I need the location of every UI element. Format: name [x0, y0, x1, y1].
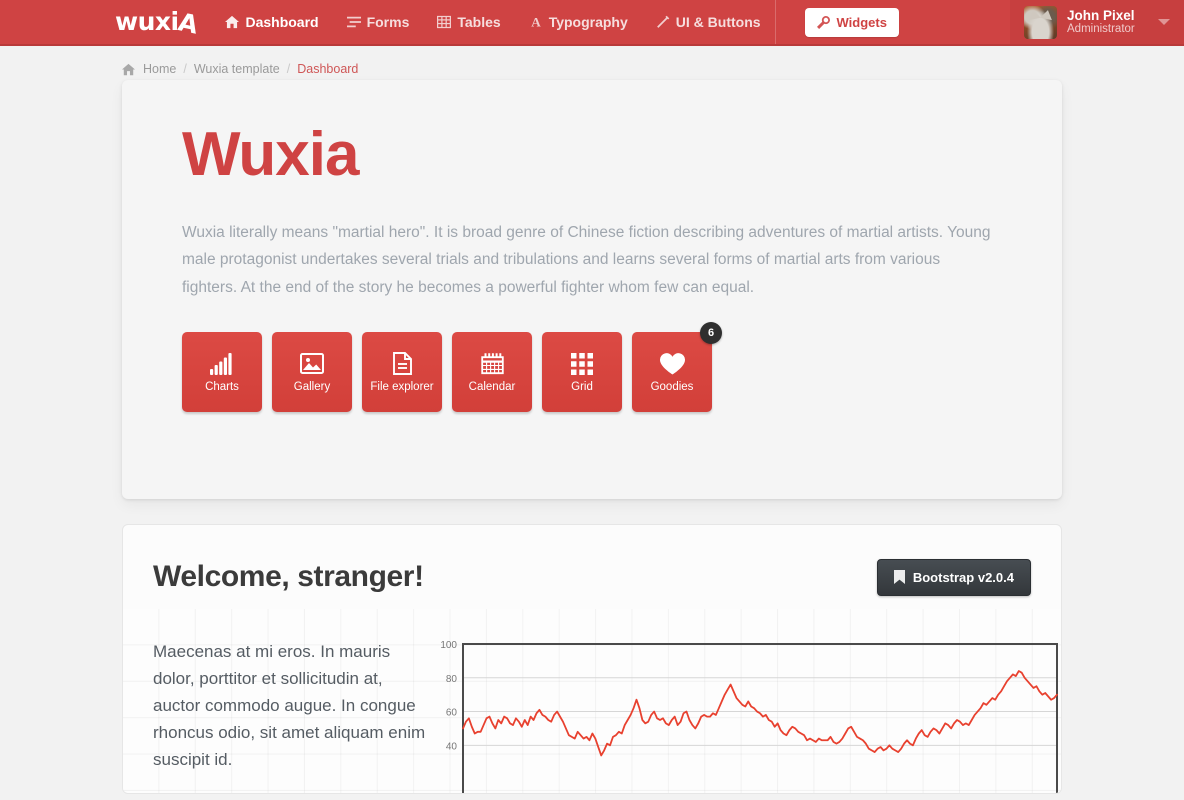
user-name: John Pixel: [1067, 7, 1135, 23]
chart-y-tick-label: 40: [446, 741, 458, 752]
widgets-button-wrapper: Widgets: [776, 0, 915, 44]
grid-icon: [571, 352, 593, 376]
page-content: Wuxia Wuxia literally means "martial her…: [0, 80, 1184, 794]
tile-calendar[interactable]: Calendar: [452, 332, 532, 413]
image-icon: [300, 352, 324, 376]
shortcut-tiles: Charts Gallery File explorer Calendar Gr…: [182, 322, 1002, 413]
navbar-left-spacer: [0, 0, 115, 44]
home-icon: [122, 63, 135, 76]
tile-goodies-label: Goodies: [650, 380, 694, 393]
nav-item-typography-label: Typography: [548, 14, 628, 30]
tile-file-explorer[interactable]: File explorer: [362, 332, 442, 413]
nav-item-forms-label: Forms: [366, 14, 410, 30]
user-menu[interactable]: John Pixel Administrator: [1010, 0, 1184, 44]
widgets-button[interactable]: Widgets: [804, 7, 899, 37]
avatar-ear-right: [1040, 8, 1054, 20]
avatar: [1024, 5, 1057, 39]
nav-item-ui-buttons-label: UI & Buttons: [675, 14, 761, 30]
nav-item-typography[interactable]: A Typography: [515, 0, 642, 44]
welcome-panel: Welcome, stranger! Bootstrap v2.0.4 Maec…: [122, 524, 1062, 794]
nav-item-dashboard[interactable]: Dashboard: [211, 0, 332, 44]
bootstrap-version-label: Bootstrap v2.0.4: [912, 569, 1014, 585]
tile-charts-label: Charts: [205, 380, 239, 393]
chart-series-line: [462, 670, 1058, 757]
caret-down-icon[interactable]: [1158, 19, 1170, 25]
bootstrap-version-button[interactable]: Bootstrap v2.0.4: [876, 558, 1031, 596]
wrench-icon: [816, 15, 830, 29]
brand-logo-a-glyph: A: [175, 6, 200, 40]
navbar-menu: Dashboard Forms Tables A Typography UI &: [211, 0, 774, 44]
font-icon: A: [529, 15, 543, 29]
breadcrumb-item-home[interactable]: Home: [143, 62, 176, 76]
heart-icon: [659, 352, 685, 376]
tile-gallery[interactable]: Gallery: [272, 332, 352, 413]
tile-calendar-label: Calendar: [468, 380, 516, 393]
welcome-body: Maecenas at mi eros. In mauris dolor, po…: [123, 609, 1061, 793]
page-title: Wuxia: [182, 120, 359, 189]
welcome-title: Welcome, stranger!: [153, 560, 424, 593]
tile-grid[interactable]: Grid: [542, 332, 622, 413]
home-icon: [225, 15, 240, 29]
sparkline-chart[interactable]: 40 60 80 100: [433, 609, 1061, 793]
chart-y-tick-label: 100: [440, 640, 457, 651]
bar-chart-icon: [210, 352, 234, 376]
tile-charts[interactable]: Charts: [182, 332, 262, 413]
tile-file-explorer-label: File explorer: [370, 380, 434, 393]
chart-y-tick-label: 80: [446, 674, 458, 685]
nav-item-tables-label: Tables: [457, 14, 501, 30]
brand-logo[interactable]: wuxiA: [115, 0, 211, 44]
nav-item-tables[interactable]: Tables: [423, 0, 514, 44]
welcome-paragraph: Maecenas at mi eros. In mauris dolor, po…: [153, 642, 426, 770]
breadcrumb: Home / Wuxia template / Dashboard: [0, 46, 1184, 80]
widgets-button-label: Widgets: [836, 14, 887, 30]
breadcrumb-item-wuxia-template[interactable]: Wuxia template: [194, 62, 280, 76]
hero-paragraph: Wuxia literally means "martial hero". It…: [182, 224, 991, 296]
bookmark-icon: [893, 570, 905, 584]
user-meta: John Pixel Administrator: [1067, 8, 1148, 37]
user-role: Administrator: [1067, 23, 1135, 36]
tile-goodies[interactable]: 6 Goodies: [632, 322, 722, 413]
svg-text:A: A: [531, 15, 541, 29]
nav-item-ui-buttons[interactable]: UI & Buttons: [642, 0, 775, 44]
breadcrumb-separator-2: /: [286, 62, 291, 76]
nav-item-forms[interactable]: Forms: [333, 0, 424, 44]
magic-wand-icon: [656, 15, 670, 29]
file-icon: [392, 352, 412, 376]
navbar-spacer: [915, 0, 1010, 44]
welcome-header: Welcome, stranger! Bootstrap v2.0.4: [123, 525, 1061, 603]
nav-item-dashboard-label: Dashboard: [245, 14, 319, 30]
tile-grid-label: Grid: [571, 380, 593, 393]
list-icon: [346, 15, 361, 29]
hero-panel: Wuxia Wuxia literally means "martial her…: [122, 80, 1062, 499]
tile-goodies-badge: 6: [700, 322, 722, 345]
table-icon: [437, 15, 452, 29]
breadcrumb-item-dashboard[interactable]: Dashboard: [297, 62, 358, 76]
breadcrumb-separator-1: /: [183, 62, 187, 76]
avatar-ear-left: [1027, 8, 1041, 20]
tile-gallery-label: Gallery: [293, 380, 331, 393]
brand-logo-text: wuxiA: [115, 6, 200, 40]
top-navbar: wuxiA Dashboard Forms Tables A Typograph…: [0, 0, 1184, 46]
calendar-icon: [480, 352, 504, 376]
chart-y-tick-label: 60: [446, 708, 458, 719]
chart-canvas: 40 60 80 100: [440, 640, 1058, 793]
